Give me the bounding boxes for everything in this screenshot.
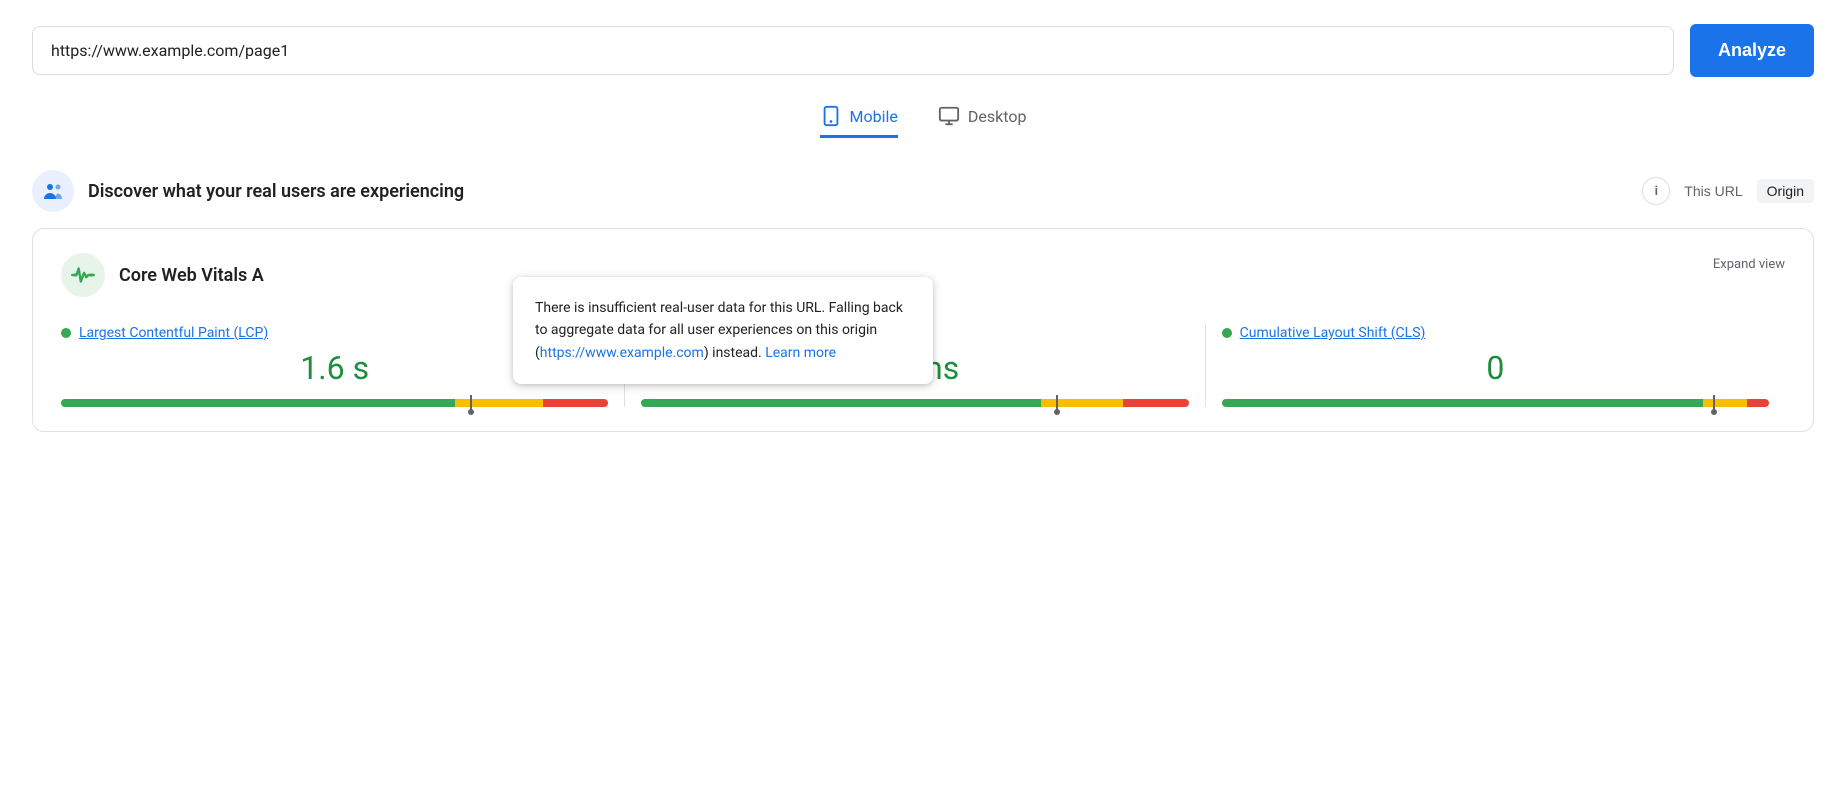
- progress-marker-cls: [1713, 395, 1715, 411]
- origin-button[interactable]: Origin: [1757, 179, 1814, 203]
- metric-value-cls: 0: [1222, 349, 1769, 387]
- heartbeat-icon: [70, 262, 96, 288]
- this-url-button[interactable]: This URL: [1674, 179, 1752, 203]
- progress-bar-inp-orange: [1041, 399, 1123, 407]
- progress-bar-inp: [641, 399, 1188, 407]
- mobile-icon: [820, 105, 842, 127]
- info-icon: i: [1655, 184, 1658, 199]
- cwv-title: Core Web Vitals A: [119, 265, 264, 286]
- url-input-wrapper[interactable]: [32, 26, 1674, 75]
- metric-label-cls[interactable]: Cumulative Layout Shift (CLS): [1222, 325, 1769, 341]
- analyze-button[interactable]: Analyze: [1690, 24, 1814, 77]
- progress-bar-inp-green: [641, 399, 1041, 407]
- url-toggle: i This URL Origin: [1642, 177, 1814, 205]
- section-header-left: Discover what your real users are experi…: [32, 170, 464, 212]
- url-input[interactable]: [51, 41, 1655, 60]
- progress-bar-lcp-green: [61, 399, 455, 407]
- progress-bar-lcp-orange: [455, 399, 543, 407]
- expand-view-link[interactable]: Expand view: [1713, 257, 1785, 272]
- green-dot-lcp: [61, 328, 71, 338]
- metric-label-text-cls: Cumulative Layout Shift (CLS): [1240, 325, 1426, 341]
- tooltip-text-after: ) instead.: [704, 345, 762, 361]
- tooltip-origin-link[interactable]: https://www.example.com: [540, 345, 704, 361]
- cwv-icon-circle: [61, 253, 105, 297]
- tooltip-popover: There is insufficient real-user data for…: [513, 277, 933, 384]
- users-icon-circle: [32, 170, 74, 212]
- progress-marker-lcp: [470, 395, 472, 411]
- tab-mobile-label: Mobile: [850, 107, 898, 126]
- info-icon-circle[interactable]: i: [1642, 177, 1670, 205]
- progress-bar-lcp: [61, 399, 608, 407]
- progress-bar-inp-red: [1123, 399, 1189, 407]
- progress-bar-lcp-red: [543, 399, 609, 407]
- tooltip-learn-more-link[interactable]: Learn more: [765, 345, 836, 361]
- progress-bar-cls-green: [1222, 399, 1704, 407]
- metric-col-cls: Cumulative Layout Shift (CLS) 0: [1206, 325, 1785, 407]
- section-header: Discover what your real users are experi…: [32, 170, 1814, 212]
- progress-bar-cls-orange: [1703, 399, 1747, 407]
- tab-desktop-label: Desktop: [968, 107, 1027, 126]
- progress-bar-cls: [1222, 399, 1769, 407]
- section-title: Discover what your real users are experi…: [88, 181, 464, 202]
- tab-mobile[interactable]: Mobile: [820, 105, 898, 138]
- green-dot-cls: [1222, 328, 1232, 338]
- progress-bar-cls-red: [1747, 399, 1769, 407]
- tabs-row: Mobile Desktop: [32, 105, 1814, 138]
- tab-desktop[interactable]: Desktop: [938, 105, 1027, 138]
- desktop-icon: [938, 105, 960, 127]
- metric-label-text-lcp: Largest Contentful Paint (LCP): [79, 325, 268, 341]
- main-card: Core Web Vitals A Expand view There is i…: [32, 228, 1814, 432]
- users-icon: [41, 179, 65, 203]
- progress-marker-inp: [1056, 395, 1058, 411]
- url-bar-row: Analyze: [32, 24, 1814, 77]
